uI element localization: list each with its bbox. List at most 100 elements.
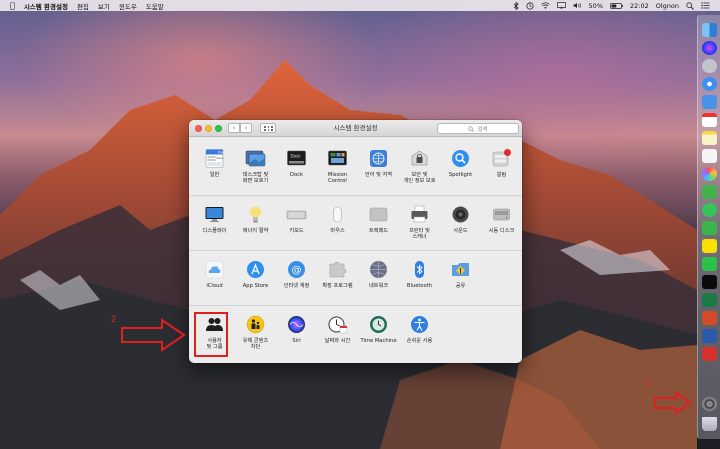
user-name[interactable]: Olgnon	[656, 0, 679, 11]
display-mirroring-icon[interactable]	[556, 0, 566, 11]
evernote-icon[interactable]	[702, 185, 717, 199]
bluetooth-status-icon[interactable]	[513, 0, 519, 11]
trackpad-icon	[368, 204, 389, 225]
timemachine-status-icon[interactable]	[525, 0, 534, 11]
annotation-step-1: 1	[646, 378, 652, 388]
pane-label: 유해 콘텐츠 차단	[242, 338, 269, 351]
siri-icon[interactable]	[702, 41, 717, 55]
pane-printers-scanners[interactable]: 프린터 및 스캐너	[399, 204, 440, 240]
keyboard-icon	[286, 204, 307, 225]
menu-help[interactable]: 도움말	[146, 0, 164, 11]
pane-label: 데스크탑 및 화면 보호기	[242, 172, 269, 185]
network-icon	[368, 259, 389, 280]
battery-icon[interactable]	[610, 0, 623, 11]
launchpad-icon[interactable]	[702, 59, 717, 73]
battery-percent[interactable]: 50%	[589, 0, 603, 11]
pane-sound[interactable]: 사운드	[440, 204, 481, 240]
messages-icon[interactable]	[702, 203, 717, 217]
reminders-icon[interactable]	[702, 149, 717, 163]
desktop-screensaver-icon	[245, 148, 266, 169]
pane-app-store[interactable]: App Store	[235, 259, 276, 289]
notes-icon[interactable]	[702, 131, 717, 145]
menu-edit[interactable]: 편집	[77, 0, 89, 11]
wifi-icon[interactable]	[540, 0, 550, 11]
section-divider	[189, 195, 522, 196]
pane-label: 알림	[496, 172, 507, 178]
pane-label: 트랙패드	[368, 228, 389, 234]
pane-dock[interactable]: Dock Dock	[276, 148, 317, 184]
pane-label: 공유	[455, 283, 466, 289]
pane-accessibility[interactable]: 손쉬운 사용	[399, 314, 440, 350]
pane-bluetooth[interactable]: Bluetooth	[399, 259, 440, 289]
word-icon[interactable]	[702, 329, 717, 343]
system-preferences-icon[interactable]	[702, 397, 717, 411]
pane-icloud[interactable]: iCloud	[194, 259, 235, 289]
terminal-icon[interactable]	[702, 275, 717, 289]
pane-label: 언어 및 지역	[364, 172, 393, 178]
dock	[697, 15, 720, 439]
title-bar: ‹ › 시스템 환경설정 검색	[189, 120, 522, 137]
menu-window[interactable]: 윈도우	[119, 0, 137, 11]
pane-siri[interactable]: Siri	[276, 314, 317, 350]
pane-label: 확장 프로그램	[322, 283, 353, 289]
svg-text:@: @	[292, 265, 302, 276]
pane-desktop-screensaver[interactable]: 데스크탑 및 화면 보호기	[235, 148, 276, 184]
pane-energy-saver[interactable]: 에너지 절약	[235, 204, 276, 240]
pane-parental-controls[interactable]: 유해 콘텐츠 차단	[235, 314, 276, 350]
pane-mission-control[interactable]: Mission Control	[317, 148, 358, 184]
accessibility-icon	[409, 314, 430, 335]
app-red-icon[interactable]	[702, 347, 717, 361]
line-icon[interactable]	[702, 257, 717, 271]
search-icon	[468, 125, 475, 132]
pane-startup-disk[interactable]: 시동 디스크	[481, 204, 522, 240]
excel-icon[interactable]	[702, 293, 717, 307]
clock[interactable]: 22:02	[630, 0, 649, 11]
users-groups-highlight-box	[194, 312, 228, 357]
mail-icon[interactable]	[702, 95, 717, 109]
pane-mouse[interactable]: 마우스	[317, 204, 358, 240]
pane-security-privacy[interactable]: 보안 및 개인 정보 보호	[399, 148, 440, 184]
pane-internet-accounts[interactable]: @ 인터넷 계정	[276, 259, 317, 289]
bluetooth-icon	[409, 259, 430, 280]
section-divider	[189, 250, 522, 251]
kakaotalk-icon[interactable]	[702, 239, 717, 253]
pane-language-region[interactable]: 언어 및 지역	[358, 148, 399, 184]
volume-icon[interactable]	[573, 0, 582, 11]
pane-notifications[interactable]: 알림	[481, 148, 522, 184]
internet-accounts-icon: @	[286, 259, 307, 280]
pane-network[interactable]: 네트워크	[358, 259, 399, 289]
pane-time-machine[interactable]: Time Machine	[358, 314, 399, 350]
apple-icon[interactable]: 	[10, 0, 15, 11]
search-placeholder: 검색	[477, 126, 488, 133]
pane-displays[interactable]: 디스플레이	[194, 204, 235, 240]
pane-sharing[interactable]: 공유	[440, 259, 481, 289]
spotlight-menu-icon[interactable]	[686, 0, 694, 11]
search-field[interactable]: 검색	[437, 123, 519, 134]
menu-bar:  시스템 환경설정 편집 보기 윈도우 도움말 50% 22:02 Olgno…	[0, 0, 720, 11]
display-icon	[204, 204, 225, 225]
pane-trackpad[interactable]: 트랙패드	[358, 204, 399, 240]
security-privacy-icon	[409, 148, 430, 169]
pane-keyboard[interactable]: 키보드	[276, 204, 317, 240]
trash-icon[interactable]	[702, 417, 717, 431]
pane-label: Dock	[289, 172, 304, 178]
pane-spotlight[interactable]: Spotlight	[440, 148, 481, 184]
pane-label: 날짜와 시간	[324, 338, 351, 344]
section-divider	[189, 305, 522, 306]
notification-center-icon[interactable]	[701, 0, 710, 11]
file-text: File	[218, 151, 224, 155]
pane-extensions[interactable]: 확장 프로그램	[317, 259, 358, 289]
menu-app-name[interactable]: 시스템 환경설정	[24, 0, 68, 11]
safari-icon[interactable]	[702, 77, 717, 91]
menu-view[interactable]: 보기	[98, 0, 110, 11]
pane-label: 프린터 및 스캐너	[409, 228, 430, 241]
facetime-icon[interactable]	[702, 221, 717, 235]
extensions-icon	[327, 259, 348, 280]
calendar-icon[interactable]	[702, 113, 717, 127]
pane-general[interactable]: File New 일반	[194, 148, 235, 184]
powerpoint-icon[interactable]	[702, 311, 717, 325]
photos-icon[interactable]	[702, 167, 717, 181]
pane-date-time[interactable]: 날짜와 시간	[317, 314, 358, 350]
finder-icon[interactable]	[702, 23, 717, 37]
dock-icon-text: Dock	[291, 154, 302, 159]
